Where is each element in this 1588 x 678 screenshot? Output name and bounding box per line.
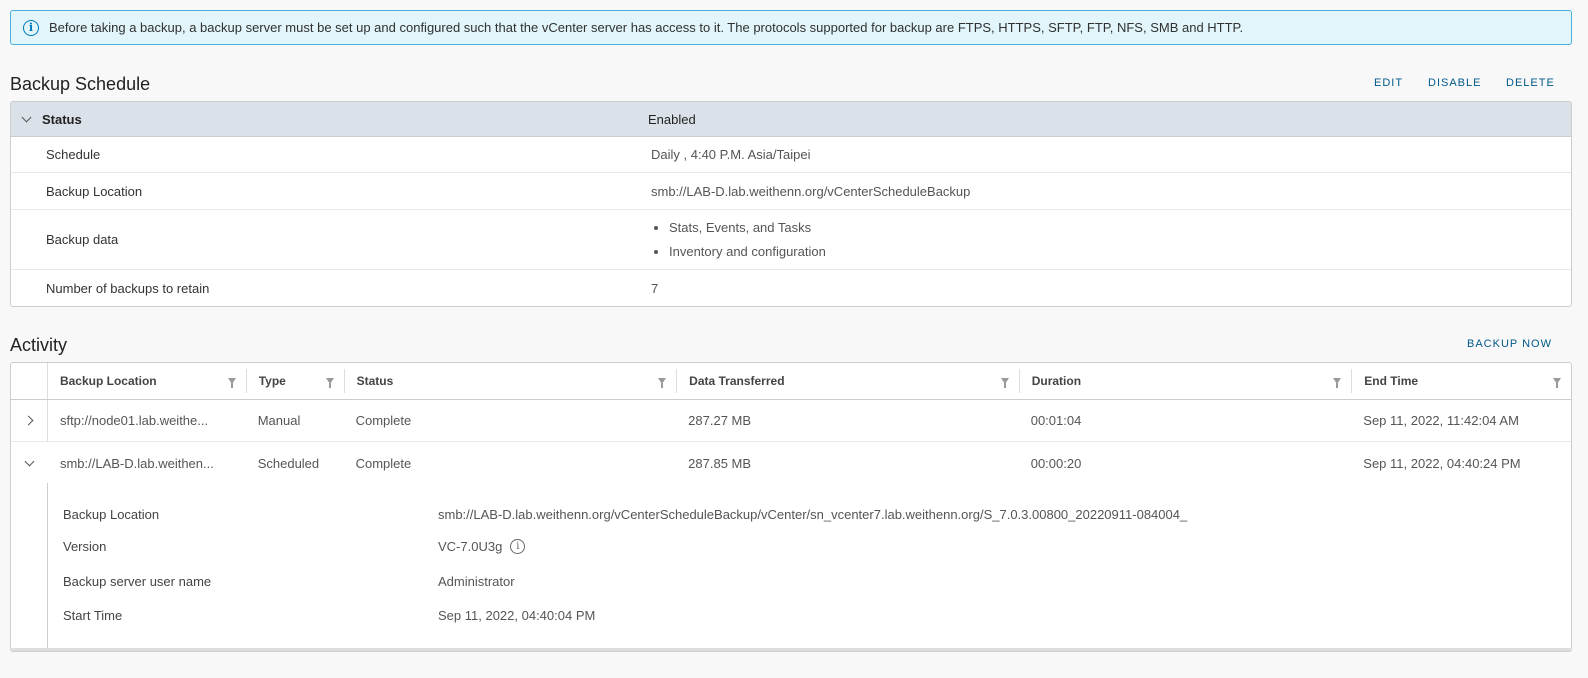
backup-location-label: Backup Location <box>46 183 143 199</box>
info-icon: i <box>23 19 39 36</box>
edit-button[interactable]: EDIT <box>1374 77 1403 89</box>
chevron-down-icon[interactable] <box>24 456 35 466</box>
collapse-row-toggle[interactable] <box>11 442 48 484</box>
schedule-label: Schedule <box>46 147 101 162</box>
filter-icon[interactable] <box>325 378 334 388</box>
column-type[interactable]: Type <box>245 369 344 393</box>
info-icon[interactable]: i <box>510 539 526 554</box>
divider <box>10 648 1572 651</box>
row-data-transferred: 287.27 MB <box>688 413 752 428</box>
chevron-down-icon[interactable] <box>21 112 32 122</box>
activity-title: Activity <box>10 335 68 355</box>
schedule-table: Status Enabled Schedule Daily , 4:40 P.M… <box>10 101 1572 307</box>
column-status[interactable]: Status <box>343 369 677 393</box>
column-end-time[interactable]: End Time <box>1351 369 1571 393</box>
backup-schedule-title: Backup Schedule <box>10 74 151 94</box>
row-status: Complete <box>355 413 412 428</box>
list-item: Inventory and configuration <box>669 240 1571 264</box>
row-location: sftp://node01.lab.weithe... <box>59 413 209 428</box>
status-value: Enabled <box>648 111 696 127</box>
row-data-transferred: 287.85 MB <box>688 455 752 471</box>
delete-button[interactable]: DELETE <box>1506 77 1555 89</box>
backup-location-row: Backup Location smb://LAB-D.lab.weithenn… <box>11 173 1571 210</box>
row-status: Complete <box>355 455 412 471</box>
status-label: Status <box>42 111 82 127</box>
filter-icon[interactable] <box>658 378 667 388</box>
filter-icon[interactable] <box>1000 378 1009 388</box>
retain-label: Number of backups to retain <box>46 280 210 296</box>
chevron-right-icon[interactable] <box>24 415 34 426</box>
row-end-time: Sep 11, 2022, 11:42:04 AM <box>1363 413 1519 428</box>
column-backup-location[interactable]: Backup Location <box>48 363 246 399</box>
retain-value: 7 <box>651 280 659 296</box>
row-end-time: Sep 11, 2022, 04:40:24 PM <box>1363 455 1521 471</box>
disable-button[interactable]: DISABLE <box>1428 77 1481 89</box>
backup-data-list: Stats, Events, and Tasks Inventory and c… <box>651 216 1571 264</box>
info-alert: i Before taking a backup, a backup serve… <box>10 10 1572 45</box>
filter-icon[interactable] <box>227 378 236 388</box>
column-data-transferred[interactable]: Data Transferred <box>676 369 1019 393</box>
retain-row: Number of backups to retain 7 <box>11 270 1571 306</box>
detail-user: Backup server user name Administrator <box>63 574 515 589</box>
backup-data-row: Backup data Stats, Events, and Tasks Inv… <box>11 210 1571 270</box>
detail-start-time: Start Time Sep 11, 2022, 04:40:04 PM <box>63 608 596 623</box>
row-duration: 00:01:04 <box>1030 413 1082 428</box>
list-item: Stats, Events, and Tasks <box>669 216 1571 240</box>
backup-location-value: smb://LAB-D.lab.weithenn.org/vCenterSche… <box>651 183 971 199</box>
filter-icon[interactable] <box>1553 378 1561 388</box>
detail-version: Version VC-7.0U3g i <box>63 539 526 554</box>
backup-now-button[interactable]: BACKUP NOW <box>1467 338 1552 350</box>
row-type: Scheduled <box>257 455 320 471</box>
row-type: Manual <box>257 413 301 428</box>
activity-table: Backup Location Type Status Data Transfe… <box>10 362 1572 652</box>
row-location: smb://LAB-D.lab.weithen... <box>59 455 214 471</box>
table-header: Backup Location Type Status Data Transfe… <box>11 363 1571 400</box>
table-row[interactable]: sftp://node01.lab.weithe... Manual Compl… <box>11 400 1571 442</box>
alert-text: Before taking a backup, a backup server … <box>49 20 1244 35</box>
status-row[interactable]: Status Enabled <box>11 102 1571 137</box>
backup-data-label: Backup data <box>46 232 119 247</box>
schedule-value: Daily , 4:40 P.M. Asia/Taipei <box>651 147 811 162</box>
table-row[interactable]: smb://LAB-D.lab.weithen... Scheduled Com… <box>11 442 1571 484</box>
expand-row-toggle[interactable] <box>11 400 48 441</box>
filter-icon[interactable] <box>1333 378 1342 388</box>
row-duration: 00:00:20 <box>1030 455 1082 471</box>
column-duration[interactable]: Duration <box>1018 369 1352 393</box>
row-detail-panel: Backup Location smb://LAB-D.lab.weithenn… <box>47 483 1562 651</box>
detail-location: Backup Location smb://LAB-D.lab.weithenn… <box>63 507 1188 522</box>
schedule-row: Schedule Daily , 4:40 P.M. Asia/Taipei <box>11 137 1571 173</box>
